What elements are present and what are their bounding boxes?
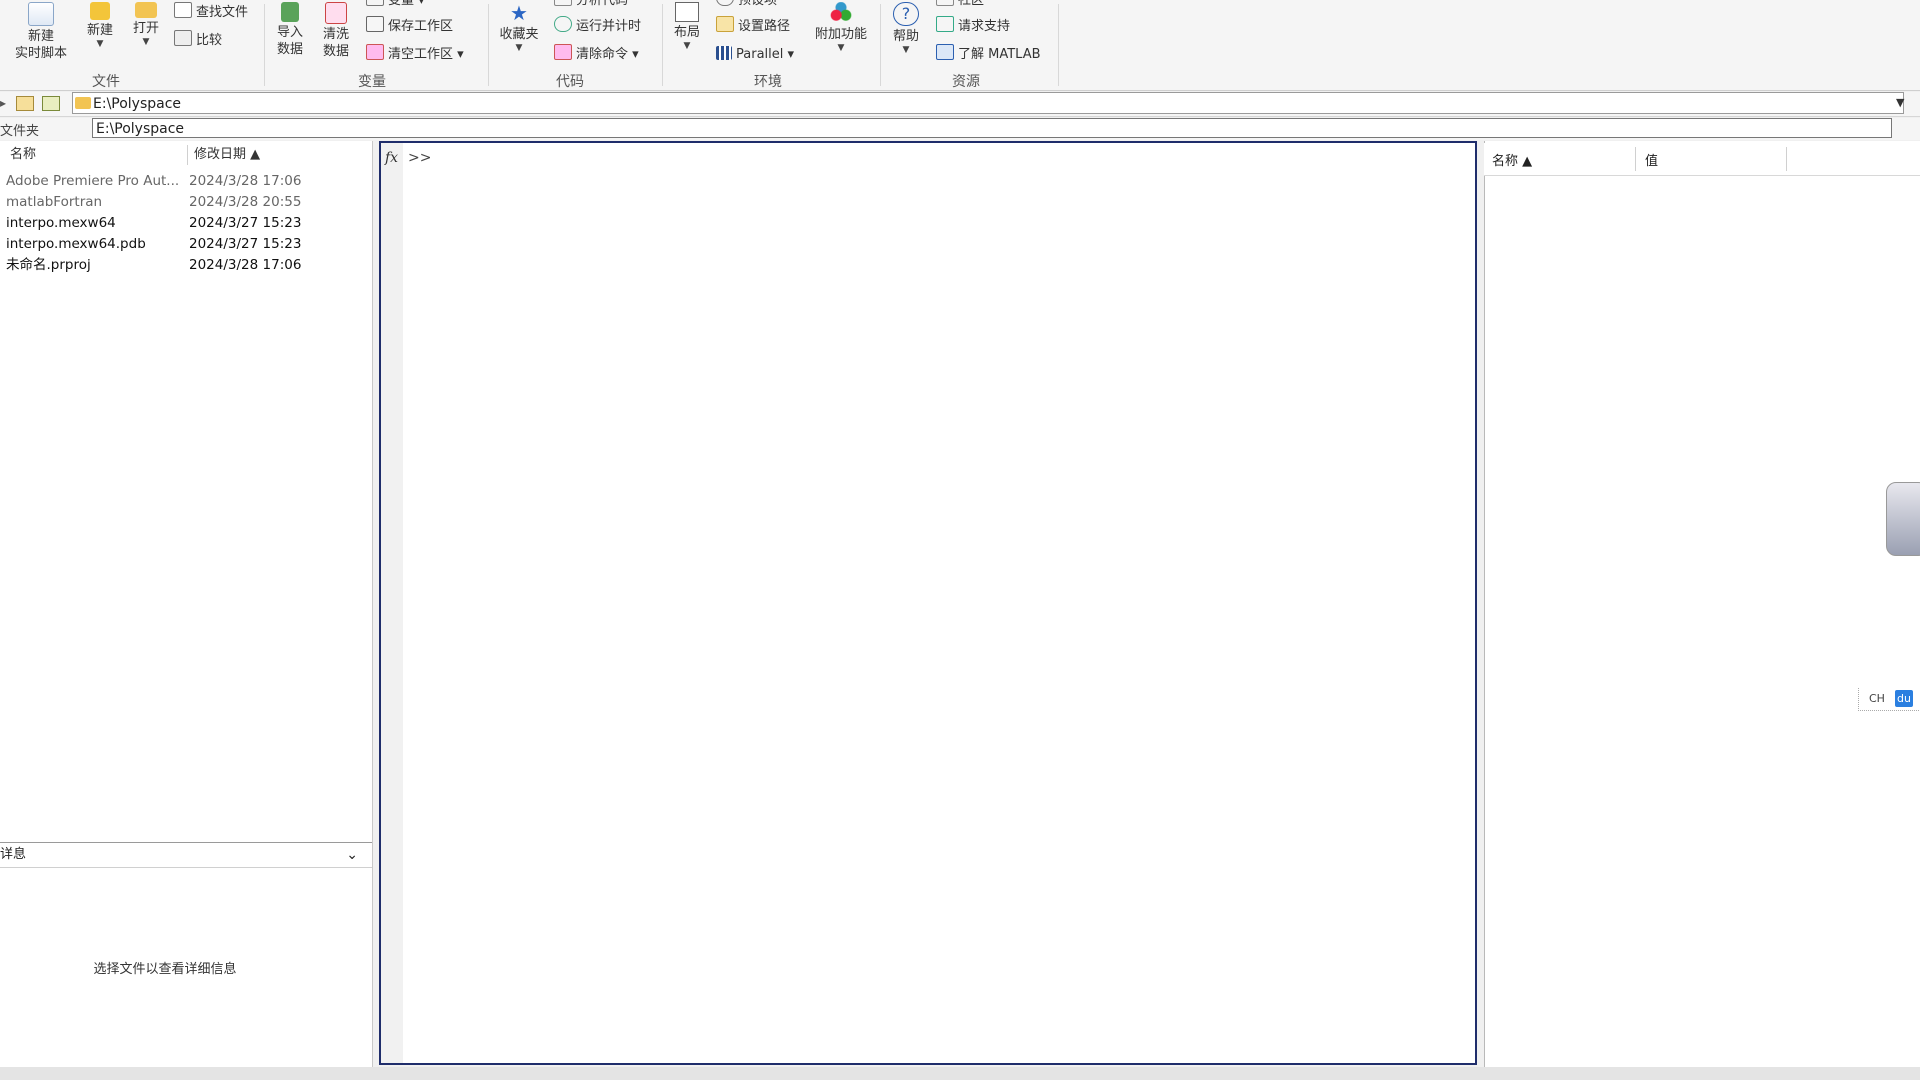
- group-divider: [1058, 4, 1059, 86]
- analyze-code-icon: [554, 0, 572, 6]
- col-divider: [1635, 147, 1636, 171]
- help-button[interactable]: ? 帮助 ▼: [888, 2, 924, 55]
- col-header-name[interactable]: 名称: [10, 143, 180, 167]
- live-script-icon: [28, 2, 54, 26]
- fx-icon[interactable]: fx: [385, 150, 398, 166]
- compare-button[interactable]: 比较: [174, 30, 222, 52]
- details-empty-message: 选择文件以查看详细信息: [93, 962, 237, 977]
- file-row[interactable]: 未命名.prproj 2024/3/28 17:06: [0, 255, 372, 276]
- toolstrip-ribbon: 新建 实时脚本 新建 ▼ 打开 ▼ 查找文件 比较 文件 导入 数据 清洗 数据…: [0, 0, 1920, 91]
- new-button[interactable]: 新建 ▼: [82, 2, 118, 49]
- chevron-down-icon: ▼: [837, 43, 845, 53]
- current-folder-path-input[interactable]: E:\Polyspace: [92, 118, 1892, 138]
- details-panel-header[interactable]: 详息 ⌄: [0, 842, 372, 868]
- favorites-button[interactable]: ★ 收藏夹 ▼: [496, 2, 542, 53]
- group-label-variable: 变量: [358, 74, 386, 90]
- import-data-button[interactable]: 导入 数据: [272, 2, 308, 58]
- group-label-file: 文件: [92, 74, 120, 90]
- up-folder-icon[interactable]: [16, 96, 34, 111]
- community-button[interactable]: 社区: [936, 0, 984, 12]
- floating-assistant-avatar[interactable]: [1886, 482, 1920, 556]
- current-folder-row: 文件夹 E:\Polyspace: [0, 118, 1920, 140]
- add-ons-icon: [829, 2, 853, 24]
- file-row[interactable]: interpo.mexw64 2024/3/27 15:23: [0, 213, 372, 234]
- folder-icon: [135, 2, 157, 18]
- new-plus-icon: [90, 2, 110, 20]
- group-label-resources: 资源: [952, 74, 980, 90]
- workspace-header: 名称 ▲ 值: [1484, 143, 1920, 176]
- chevron-down-icon: ▼: [683, 41, 691, 51]
- learn-matlab-icon: [936, 44, 954, 60]
- chevron-down-icon: ▼: [96, 39, 104, 49]
- group-divider: [488, 4, 489, 86]
- group-divider: [264, 4, 265, 86]
- chevron-down-icon[interactable]: ▼: [1896, 96, 1904, 109]
- set-path-button[interactable]: 设置路径: [716, 16, 790, 38]
- new-live-script-button[interactable]: 新建 实时脚本: [10, 2, 72, 62]
- parallel-icon: [716, 46, 732, 60]
- learn-matlab-button[interactable]: 了解 MATLAB: [936, 44, 1041, 66]
- status-bar: [0, 1067, 1920, 1080]
- workspace-col-value[interactable]: 值: [1645, 150, 1658, 169]
- current-folder-label: 文件夹: [0, 124, 40, 139]
- clear-commands-button[interactable]: 清除命令 ▾: [554, 44, 639, 66]
- current-folder-panel: 名称 修改日期 ▲ Adobe Premiere Pro Aut... 2024…: [0, 141, 373, 1067]
- command-prompt[interactable]: >>: [408, 150, 431, 166]
- help-icon: ?: [893, 2, 919, 26]
- workspace-panel: [1484, 141, 1920, 1067]
- save-workspace-icon: [366, 16, 384, 32]
- import-icon: [281, 2, 299, 22]
- col-divider: [1786, 147, 1787, 171]
- request-support-icon: [936, 16, 954, 32]
- file-row[interactable]: Adobe Premiere Pro Aut... 2024/3/28 17:0…: [0, 171, 372, 192]
- open-button[interactable]: 打开 ▼: [128, 2, 164, 47]
- chevron-down-icon: ▼: [515, 43, 523, 53]
- community-icon: [936, 0, 954, 6]
- request-support-button[interactable]: 请求支持: [936, 16, 1010, 38]
- chevron-down-icon: ▼: [902, 45, 910, 55]
- folder-icon: [75, 97, 91, 109]
- clean-data-button[interactable]: 清洗 数据: [318, 2, 354, 60]
- clear-workspace-icon: [366, 44, 384, 60]
- file-row[interactable]: interpo.mexw64.pdb 2024/3/27 15:23: [0, 234, 372, 255]
- command-window[interactable]: [379, 141, 1477, 1065]
- group-divider: [880, 4, 881, 86]
- preferences-button[interactable]: 预设项: [716, 0, 777, 12]
- col-divider: [187, 145, 188, 165]
- chevron-down-icon[interactable]: ⌄: [346, 843, 358, 867]
- variable-button[interactable]: 变量 ▾: [366, 0, 425, 12]
- compare-icon: [174, 30, 192, 46]
- command-window-gutter: [381, 143, 403, 1063]
- layout-button[interactable]: 布局 ▼: [670, 2, 704, 51]
- gear-icon: [716, 0, 734, 6]
- layout-icon: [675, 2, 699, 22]
- find-files-icon: [174, 2, 192, 18]
- nav-arrow-icon[interactable]: ▸: [0, 96, 6, 110]
- analyze-code-button[interactable]: 分析代码: [554, 0, 628, 12]
- address-path-input[interactable]: E:\Polyspace: [72, 92, 1904, 114]
- browse-folder-icon[interactable]: [42, 96, 60, 111]
- workspace-col-name[interactable]: 名称 ▲: [1492, 150, 1532, 169]
- group-label-environment: 环境: [754, 74, 782, 90]
- parallel-button[interactable]: Parallel ▾: [716, 44, 794, 66]
- group-divider: [662, 4, 663, 86]
- set-path-icon: [716, 16, 734, 32]
- address-bar: ▸ E:\Polyspace ▼: [0, 92, 1920, 117]
- find-files-button[interactable]: 查找文件: [174, 2, 248, 24]
- baidu-ime-icon: du: [1895, 690, 1913, 707]
- clear-workspace-button[interactable]: 清空工作区 ▾: [366, 44, 464, 66]
- variable-icon: [366, 0, 384, 6]
- run-and-time-button[interactable]: 运行并计时: [554, 16, 641, 38]
- file-row[interactable]: matlabFortran 2024/3/28 20:55: [0, 192, 372, 213]
- star-icon: ★: [510, 1, 528, 25]
- clear-commands-icon: [554, 44, 572, 60]
- add-ons-button[interactable]: 附加功能 ▼: [810, 2, 872, 53]
- col-header-modified-date[interactable]: 修改日期 ▲: [194, 143, 344, 167]
- save-workspace-button[interactable]: 保存工作区: [366, 16, 453, 38]
- chevron-down-icon: ▼: [142, 37, 150, 47]
- run-time-icon: [554, 16, 572, 32]
- group-label-code: 代码: [556, 74, 584, 90]
- ime-indicator[interactable]: CH du: [1858, 688, 1920, 711]
- clean-data-icon: [325, 2, 347, 24]
